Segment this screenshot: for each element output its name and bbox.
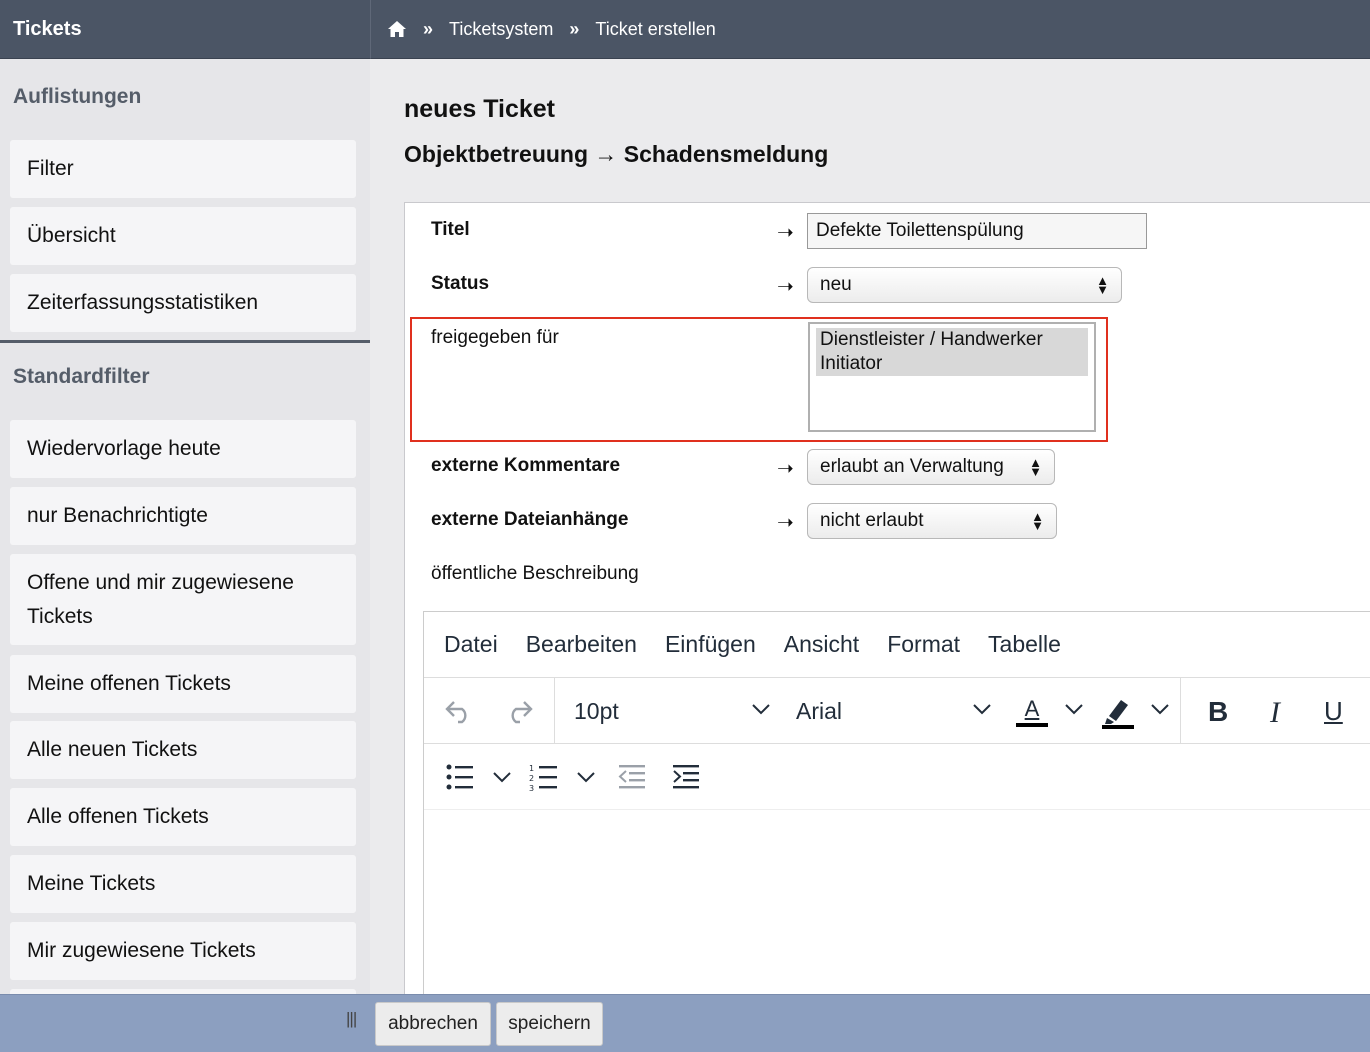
chevron-down-icon[interactable] (1064, 702, 1084, 721)
breadcrumb-ticket-erstellen: Ticket erstellen (595, 18, 716, 39)
status-select-value: neu (820, 274, 852, 295)
home-icon[interactable] (387, 20, 407, 38)
italic-button[interactable]: I (1270, 696, 1280, 730)
menu-format[interactable]: Format (887, 631, 960, 658)
app-header: Tickets (0, 0, 370, 59)
rich-text-editor: Datei Bearbeiten Einfügen Ansicht Format… (423, 611, 1370, 1011)
menu-ansicht[interactable]: Ansicht (784, 631, 859, 658)
menu-bearbeiten[interactable]: Bearbeiten (526, 631, 637, 658)
arrow-icon: ➝ (777, 222, 794, 244)
numbered-list-icon[interactable]: 123 (528, 762, 560, 792)
menu-datei[interactable]: Datei (444, 631, 498, 658)
sidebar-item-zeiterfassungsstatistiken[interactable]: Zeiterfassungsstatistiken (10, 274, 356, 332)
description-label: öffentliche Beschreibung (431, 563, 639, 584)
highlight-color-icon[interactable] (1100, 692, 1136, 732)
editor-menubar: Datei Bearbeiten Einfügen Ansicht Format… (424, 612, 1370, 678)
menu-tabelle[interactable]: Tabelle (988, 631, 1061, 658)
svg-text:2: 2 (529, 774, 534, 783)
page-subtitle: Objektbetreuung → Schadensmeldung (404, 141, 829, 167)
toolbar-separator (554, 678, 555, 744)
svg-text:1: 1 (529, 764, 534, 773)
arrow-icon: ➝ (777, 276, 794, 298)
footer-bar: ||| abbrechen speichern (0, 994, 1370, 1052)
editor-content-area[interactable] (424, 810, 1370, 1010)
updown-icon: ▲ ▼ (1029, 455, 1042, 479)
svg-text:3: 3 (529, 784, 534, 791)
sidebar-item-alle-offenen-tickets[interactable]: Alle offenen Tickets (10, 788, 356, 846)
arrow-icon: ➝ (777, 512, 794, 534)
underline-button[interactable]: U (1324, 696, 1343, 727)
save-button[interactable]: speichern (496, 1002, 603, 1046)
bold-button[interactable]: B (1208, 696, 1228, 728)
title-input[interactable] (807, 213, 1147, 249)
comments-label: externe Kommentare (431, 455, 621, 476)
menu-einfuegen[interactable]: Einfügen (665, 631, 756, 658)
breadcrumb-separator: » (423, 18, 434, 39)
chevron-down-icon[interactable] (751, 702, 771, 721)
shared-label: freigegeben für (431, 327, 559, 348)
sidebar-item-meine-offenen-tickets[interactable]: Meine offenen Tickets (10, 655, 356, 713)
chevron-down-icon[interactable] (576, 770, 596, 789)
breadcrumb-ticketsystem[interactable]: Ticketsystem (449, 19, 553, 40)
breadcrumb: » Ticketsystem » Ticket erstellen (370, 0, 1370, 59)
sidebar-item-mir-zugewiesene-tickets[interactable]: Mir zugewiesene Tickets (10, 922, 356, 980)
updown-icon: ▲ ▼ (1031, 509, 1044, 533)
editor-toolbar: 10pt Arial A B I U (424, 678, 1370, 744)
breadcrumb-separator: » (569, 18, 580, 39)
status-label: Status (431, 273, 490, 294)
app-title: Tickets (13, 18, 82, 40)
main-content: neues Ticket Objektbetreuung → Schadensm… (370, 59, 1370, 1011)
sidebar-item-wiedervorlage-heute[interactable]: Wiedervorlage heute (10, 420, 356, 478)
sidebar-item-uebersicht[interactable]: Übersicht (10, 207, 356, 265)
sidebar-divider (0, 340, 370, 343)
sidebar: Auflistungen Filter Übersicht Zeiterfass… (0, 59, 370, 994)
font-size-select[interactable]: 10pt (574, 698, 619, 725)
sidebar-heading-standardfilter: Standardfilter (13, 365, 150, 388)
cancel-button[interactable]: abbrechen (375, 1002, 491, 1046)
sidebar-item-nur-benachrichtigte[interactable]: nur Benachrichtigte (10, 487, 356, 545)
listbox-option-initiator[interactable]: Initiator (816, 352, 1088, 376)
attachments-select-value: nicht erlaubt (820, 510, 924, 531)
listbox-option-dienstleister[interactable]: Dienstleister / Handwerker (816, 328, 1088, 352)
text-color-icon[interactable]: A (1014, 692, 1050, 732)
updown-icon: ▲ ▼ (1096, 273, 1109, 297)
comments-select-value: erlaubt an Verwaltung (820, 456, 1004, 477)
status-select[interactable]: neu ▲ ▼ (807, 267, 1122, 303)
bullet-list-icon[interactable] (444, 762, 476, 792)
shared-listbox[interactable]: Dienstleister / Handwerker Initiator (808, 322, 1096, 432)
ticket-form: Titel ➝ Status ➝ neu ▲▼ freigegeben für … (404, 202, 1370, 1011)
chevron-down-icon[interactable] (972, 702, 992, 721)
comments-select[interactable]: erlaubt an Verwaltung ▲ ▼ (807, 449, 1055, 485)
toolbar-separator (1180, 678, 1181, 744)
chevron-down-icon[interactable] (1150, 702, 1170, 721)
sidebar-item-filter[interactable]: Filter (10, 140, 356, 198)
sidebar-heading-auflistungen: Auflistungen (13, 85, 142, 108)
page-title: neues Ticket (404, 95, 556, 123)
attachments-label: externe Dateianhänge (431, 509, 629, 530)
font-family-select[interactable]: Arial (796, 698, 842, 725)
chevron-down-icon[interactable] (492, 770, 512, 789)
undo-icon[interactable] (442, 696, 476, 726)
outdent-icon[interactable] (616, 762, 648, 792)
title-label: Titel (431, 219, 470, 240)
sidebar-item-meine-tickets[interactable]: Meine Tickets (10, 855, 356, 913)
indent-icon[interactable] (670, 762, 702, 792)
resize-grip-icon[interactable]: ||| (346, 1009, 357, 1029)
sidebar-item-alle-neuen-tickets[interactable]: Alle neuen Tickets (10, 721, 356, 779)
attachments-select[interactable]: nicht erlaubt ▲ ▼ (807, 503, 1057, 539)
arrow-icon: ➝ (777, 458, 794, 480)
redo-icon[interactable] (502, 696, 536, 726)
editor-toolbar-2: 123 (424, 744, 1370, 810)
sidebar-item-offene-zugewiesene-tickets[interactable]: Offene und mir zugewiesene Tickets (10, 554, 356, 645)
